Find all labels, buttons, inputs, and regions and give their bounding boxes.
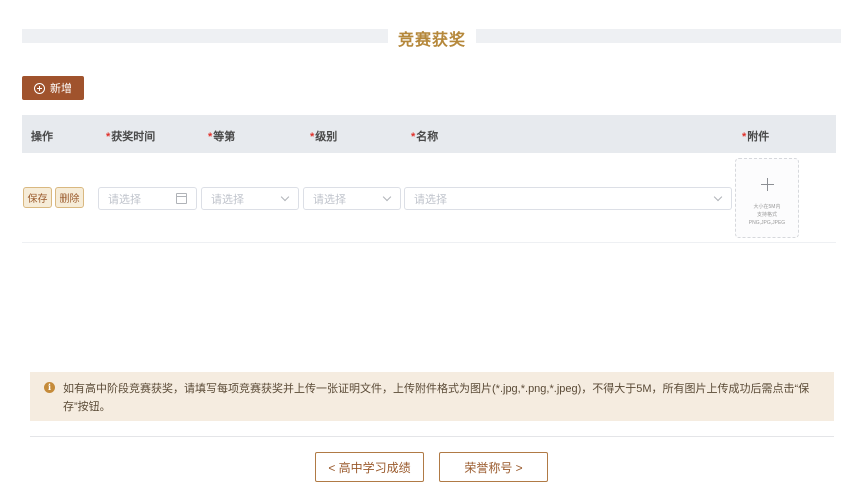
required-mark: *	[310, 131, 315, 143]
table-row: 保存 删除 请选择 请选择 请选择 请选择 大小在5M内 支持格式 PNG,JP…	[22, 153, 836, 243]
required-mark: *	[411, 131, 416, 143]
table-header: 操作 *获奖时间 *等第 *级别 *名称 *附件	[22, 115, 836, 153]
level-placeholder: 请选择	[313, 193, 346, 206]
grade-placeholder: 请选择	[211, 193, 244, 206]
header-attachment: *附件	[742, 128, 769, 144]
plus-icon	[761, 178, 774, 191]
header-award-time-label: 获奖时间	[111, 131, 156, 143]
section-title: 竞赛获奖	[397, 32, 466, 49]
award-name-placeholder: 请选择	[414, 193, 447, 206]
next-step-button[interactable]: 荣誉称号 >	[439, 452, 548, 482]
save-button[interactable]: 保存	[23, 187, 52, 208]
notice-box: i 如有高中阶段竞赛获奖，请填写每项竞赛获奖并上传一张证明文件，上传附件格式为图…	[30, 372, 834, 421]
plus-circle-icon	[34, 82, 45, 94]
header-level: *级别	[310, 128, 337, 144]
info-icon: i	[44, 382, 55, 393]
header-attachment-label: 附件	[747, 131, 770, 143]
prev-step-button[interactable]: < 高中学习成绩	[315, 452, 424, 482]
upload-hint: 大小在5M内 支持格式 PNG,JPG,JPEG	[736, 203, 798, 227]
title-divider-right	[476, 29, 841, 43]
footer-divider	[30, 436, 834, 437]
header-grade-label: 等第	[213, 131, 236, 143]
award-time-picker[interactable]: 请选择	[98, 187, 197, 210]
title-divider-left	[22, 29, 388, 43]
upload-hint-formats: PNG,JPG,JPEG	[748, 220, 786, 226]
header-actions-label: 操作	[31, 131, 53, 143]
upload-hint-size: 大小在5M内	[753, 204, 781, 210]
attachment-upload[interactable]: 大小在5M内 支持格式 PNG,JPG,JPEG	[735, 158, 799, 238]
add-button[interactable]: 新增	[22, 76, 84, 100]
delete-button[interactable]: 删除	[55, 187, 84, 208]
section-title-bar: 竞赛获奖	[22, 28, 841, 49]
header-award-time: *获奖时间	[106, 128, 155, 144]
grade-select[interactable]: 请选择	[201, 187, 299, 210]
level-select[interactable]: 请选择	[303, 187, 401, 210]
chevron-down-icon	[713, 192, 723, 202]
notice-text: 如有高中阶段竞赛获奖，请填写每项竞赛获奖并上传一张证明文件，上传附件格式为图片(…	[63, 383, 810, 413]
header-name: *名称	[411, 128, 438, 144]
add-button-label: 新增	[50, 83, 72, 95]
header-name-label: 名称	[416, 131, 439, 143]
required-mark: *	[742, 131, 747, 143]
required-mark: *	[106, 131, 111, 143]
chevron-down-icon	[280, 192, 290, 202]
award-time-placeholder: 请选择	[108, 193, 141, 206]
header-grade: *等第	[208, 128, 235, 144]
upload-hint-format-label: 支持格式	[756, 212, 777, 218]
required-mark: *	[208, 131, 213, 143]
chevron-down-icon	[382, 192, 392, 202]
header-level-label: 级别	[315, 131, 338, 143]
award-name-select[interactable]: 请选择	[404, 187, 732, 210]
calendar-icon	[176, 193, 187, 204]
header-actions: 操作	[31, 128, 53, 144]
